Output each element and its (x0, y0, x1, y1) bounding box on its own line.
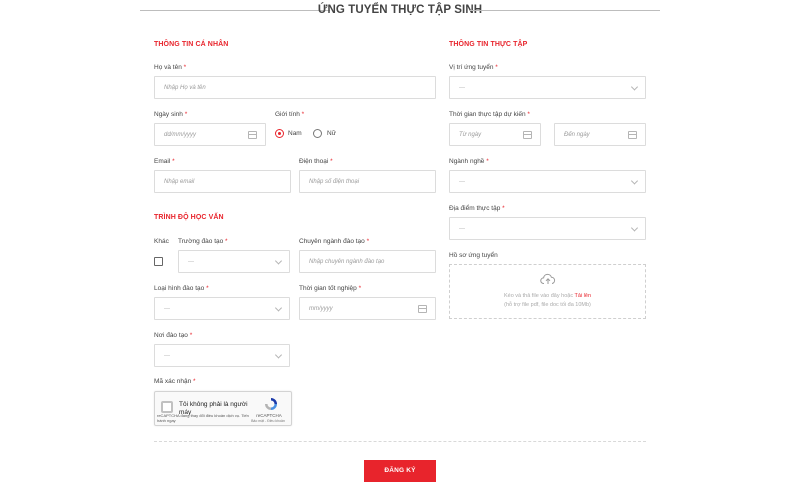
birthdate-placeholder: dd/mm/yyyy (164, 131, 197, 138)
duration-to-field[interactable]: Đến ngày (554, 123, 646, 146)
training-type-label: Loại hình đào tạo * (154, 285, 209, 292)
location-label: Địa điểm thực tập * (449, 205, 505, 212)
school-select[interactable]: --- (178, 250, 290, 273)
email-placeholder: Nhập email (164, 178, 195, 185)
gender-option-male: Nam (288, 130, 302, 137)
field-value: --- (459, 178, 465, 185)
chevron-down-icon (274, 256, 283, 265)
recaptcha-checkbox[interactable] (161, 401, 173, 413)
graduation-field[interactable]: mm/yyyy (299, 297, 436, 320)
form-header: ỨNG TUYỂN THỰC TẬP SINH (140, 2, 660, 18)
location-value: --- (459, 225, 465, 232)
major-label: Chuyên ngành đào tạo * (299, 238, 370, 245)
birthdate-label: Ngày sinh * (154, 111, 188, 118)
email-field[interactable]: Nhập email (154, 170, 291, 193)
duration-from-field[interactable]: Từ ngày (449, 123, 541, 146)
gender-label: Giới tính * (275, 111, 305, 118)
email-label: Email * (154, 158, 175, 165)
duration-from-placeholder: Từ ngày (459, 131, 482, 138)
position-value: --- (459, 84, 465, 91)
fullname-placeholder: Nhập Họ và tên (164, 84, 206, 91)
phone-field[interactable]: Nhập số điện thoại (299, 170, 436, 193)
training-type-value: --- (164, 305, 170, 312)
recaptcha-brand: reCAPTCHA (256, 413, 282, 418)
birthdate-field[interactable]: dd/mm/yyyy (154, 123, 266, 146)
training-type-select[interactable]: --- (154, 297, 290, 320)
title-divider-right (470, 10, 660, 11)
calendar-icon[interactable] (248, 130, 257, 139)
cv-drop-text: Kéo và thả file vào đây hoặc Tải lên (503, 293, 592, 299)
chevron-down-icon (630, 223, 639, 232)
major-field[interactable]: Nhập chuyên ngành đào tạo (299, 250, 436, 273)
graduation-placeholder: mm/yyyy (309, 305, 333, 312)
fullname-label: Họ và tên * (154, 64, 187, 71)
duration-to-placeholder: Đến ngày (564, 131, 590, 138)
other-label: Khác (154, 238, 169, 245)
place-label: Nơi đào tạo * (154, 332, 193, 339)
field-label: Ngành nghề * (449, 158, 489, 165)
recaptcha-widget: Tôi không phải là người máy reCAPTCHA Bả… (154, 391, 292, 426)
place-value: --- (164, 352, 170, 359)
graduation-label: Thời gian tốt nghiệp * (299, 285, 362, 292)
chevron-down-icon (630, 82, 639, 91)
school-value: --- (188, 258, 194, 265)
calendar-icon[interactable] (523, 130, 532, 139)
place-select[interactable]: --- (154, 344, 290, 367)
calendar-icon[interactable] (628, 130, 637, 139)
captcha-label: Mã xác nhận * (154, 378, 196, 385)
location-select[interactable]: --- (449, 217, 646, 240)
submit-button[interactable]: ĐĂNG KÝ (364, 460, 436, 482)
recaptcha-logo-icon (265, 398, 277, 410)
section-internship-title: THÔNG TIN THỰC TẬP (449, 41, 528, 48)
recaptcha-notice[interactable]: reCAPTCHA đang thay đổi điều khoản dịch … (157, 413, 257, 423)
position-label: Vị trí ứng tuyển * (449, 64, 498, 71)
gender-option-female: Nữ (327, 130, 337, 137)
major-placeholder: Nhập chuyên ngành đào tạo (309, 258, 385, 265)
cv-upload-link[interactable]: Tải lên (575, 293, 592, 299)
school-label: Trường đào tạo * (178, 238, 228, 245)
other-checkbox[interactable] (154, 257, 163, 266)
cv-hint: (hỗ trợ file pdf, file doc tối đa 10Mb) (504, 302, 591, 308)
cv-upload-dropzone[interactable]: Kéo và thả file vào đây hoặc Tải lên (hỗ… (449, 264, 646, 319)
section-personal-title: THÔNG TIN CÁ NHÂN (154, 41, 229, 48)
gender-radio-male[interactable] (275, 129, 284, 138)
gender-radio-female[interactable] (313, 129, 322, 138)
calendar-icon[interactable] (418, 304, 427, 313)
upload-cloud-icon (539, 273, 555, 284)
chevron-down-icon (630, 176, 639, 185)
position-select[interactable]: --- (449, 76, 646, 99)
fullname-field[interactable]: Nhập Họ và tên (154, 76, 436, 99)
cv-label: Hồ sơ ứng tuyển (449, 252, 498, 259)
duration-label: Thời gian thực tập dự kiến * (449, 111, 530, 118)
chevron-down-icon (274, 303, 283, 312)
phone-label: Điện thoại * (299, 158, 333, 165)
field-select[interactable]: --- (449, 170, 646, 193)
section-education-title: TRÌNH ĐỘ HỌC VẤN (154, 214, 224, 221)
chevron-down-icon (274, 350, 283, 359)
phone-placeholder: Nhập số điện thoại (309, 178, 360, 185)
form-divider (154, 441, 646, 442)
